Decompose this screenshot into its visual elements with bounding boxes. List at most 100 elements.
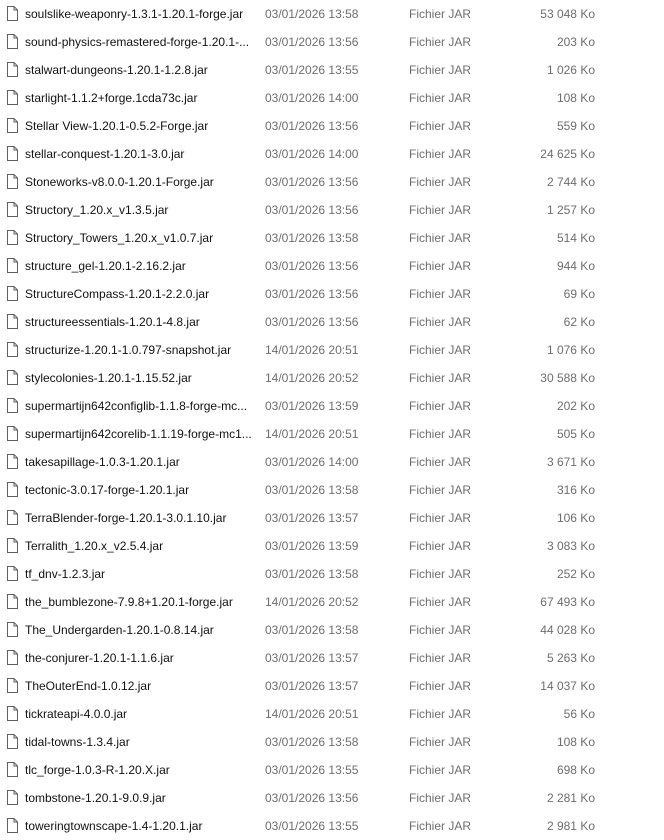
file-name: structureessentials-1.20.1-4.8.jar xyxy=(25,315,200,329)
file-row[interactable]: tlc_forge-1.0.3-R-1.20.X.jar 03/01/2026 … xyxy=(0,756,664,784)
file-modified-date: 03/01/2026 13:57 xyxy=(265,651,359,665)
file-modified-date: 14/01/2026 20:51 xyxy=(265,427,359,441)
file-size: 14 037 Ko xyxy=(540,679,595,693)
file-row[interactable]: Structory_1.20.x_v1.3.5.jar 03/01/2026 1… xyxy=(0,196,664,224)
file-name: TheOuterEnd-1.0.12.jar xyxy=(25,679,152,693)
file-type: Fichier JAR xyxy=(409,791,472,805)
file-type: Fichier JAR xyxy=(409,567,472,581)
file-name: Stellar View-1.20.1-0.5.2-Forge.jar xyxy=(25,119,209,133)
file-name: stellar-conquest-1.20.1-3.0.jar xyxy=(25,147,185,161)
file-modified-date: 03/01/2026 13:55 xyxy=(265,819,359,833)
file-modified-date: 03/01/2026 13:58 xyxy=(265,7,359,21)
file-size: 108 Ko xyxy=(556,735,595,749)
file-row[interactable]: sound-physics-remastered-forge-1.20.1-..… xyxy=(0,28,664,56)
file-name: Stoneworks-v8.0.0-1.20.1-Forge.jar xyxy=(25,175,214,189)
file-size: 559 Ko xyxy=(556,119,595,133)
file-size: 2 981 Ko xyxy=(546,819,595,833)
file-modified-date: 03/01/2026 13:57 xyxy=(265,511,359,525)
file-row[interactable]: stellar-conquest-1.20.1-3.0.jar 03/01/20… xyxy=(0,140,664,168)
file-row[interactable]: supermartijn642configlib-1.1.8-forge-mc.… xyxy=(0,392,664,420)
file-row[interactable]: stalwart-dungeons-1.20.1-1.2.8.jar 03/01… xyxy=(0,56,664,84)
file-type: Fichier JAR xyxy=(409,651,472,665)
file-modified-date: 03/01/2026 13:56 xyxy=(265,119,359,133)
file-type: Fichier JAR xyxy=(409,7,472,21)
file-type: Fichier JAR xyxy=(409,287,472,301)
file-type: Fichier JAR xyxy=(409,231,472,245)
file-row[interactable]: TheOuterEnd-1.0.12.jar 03/01/2026 13:57 … xyxy=(0,672,664,700)
file-type: Fichier JAR xyxy=(409,623,472,637)
file-name: takesapillage-1.0.3-1.20.1.jar xyxy=(25,455,180,469)
file-icon xyxy=(7,622,18,637)
file-name: TerraBlender-forge-1.20.1-3.0.1.10.jar xyxy=(25,511,227,525)
file-modified-date: 03/01/2026 13:56 xyxy=(265,287,359,301)
file-row[interactable]: soulslike-weaponry-1.3.1-1.20.1-forge.ja… xyxy=(0,0,664,28)
file-row[interactable]: toweringtownscape-1.4-1.20.1.jar 03/01/2… xyxy=(0,812,664,840)
file-name: tlc_forge-1.0.3-R-1.20.X.jar xyxy=(25,763,170,777)
file-size: 505 Ko xyxy=(556,427,595,441)
file-row[interactable]: Stellar View-1.20.1-0.5.2-Forge.jar 03/0… xyxy=(0,112,664,140)
file-size: 698 Ko xyxy=(556,763,595,777)
file-modified-date: 03/01/2026 13:56 xyxy=(265,35,359,49)
file-row[interactable]: structure_gel-1.20.1-2.16.2.jar 03/01/20… xyxy=(0,252,664,280)
file-row[interactable]: takesapillage-1.0.3-1.20.1.jar 03/01/202… xyxy=(0,448,664,476)
file-row[interactable]: stylecolonies-1.20.1-1.15.52.jar 14/01/2… xyxy=(0,364,664,392)
file-size: 252 Ko xyxy=(556,567,595,581)
file-row[interactable]: Stoneworks-v8.0.0-1.20.1-Forge.jar 03/01… xyxy=(0,168,664,196)
file-row[interactable]: StructureCompass-1.20.1-2.2.0.jar 03/01/… xyxy=(0,280,664,308)
file-row[interactable]: supermartijn642corelib-1.1.19-forge-mc1.… xyxy=(0,420,664,448)
file-modified-date: 14/01/2026 20:52 xyxy=(265,595,359,609)
file-type: Fichier JAR xyxy=(409,707,472,721)
file-type: Fichier JAR xyxy=(409,763,472,777)
file-row[interactable]: Terralith_1.20.x_v2.5.4.jar 03/01/2026 1… xyxy=(0,532,664,560)
file-modified-date: 03/01/2026 13:56 xyxy=(265,791,359,805)
file-row[interactable]: TerraBlender-forge-1.20.1-3.0.1.10.jar 0… xyxy=(0,504,664,532)
file-icon xyxy=(7,34,18,49)
file-name: tf_dnv-1.2.3.jar xyxy=(25,567,106,581)
file-row[interactable]: starlight-1.1.2+forge.1cda73c.jar 03/01/… xyxy=(0,84,664,112)
file-icon xyxy=(7,678,18,693)
file-type: Fichier JAR xyxy=(409,735,472,749)
file-row[interactable]: structurize-1.20.1-1.0.797-snapshot.jar … xyxy=(0,336,664,364)
file-row[interactable]: tf_dnv-1.2.3.jar 03/01/2026 13:58 Fichie… xyxy=(0,560,664,588)
file-icon xyxy=(7,790,18,805)
file-name: supermartijn642corelib-1.1.19-forge-mc1.… xyxy=(25,427,252,441)
file-icon xyxy=(7,230,18,245)
file-row[interactable]: tidal-towns-1.3.4.jar 03/01/2026 13:58 F… xyxy=(0,728,664,756)
file-size: 944 Ko xyxy=(556,259,595,273)
file-row[interactable]: tombstone-1.20.1-9.0.9.jar 03/01/2026 13… xyxy=(0,784,664,812)
file-row[interactable]: the-conjurer-1.20.1-1.1.6.jar 03/01/2026… xyxy=(0,644,664,672)
file-size: 202 Ko xyxy=(556,399,595,413)
file-row[interactable]: structureessentials-1.20.1-4.8.jar 03/01… xyxy=(0,308,664,336)
file-modified-date: 03/01/2026 13:57 xyxy=(265,679,359,693)
file-icon xyxy=(7,6,18,21)
file-size: 56 Ko xyxy=(563,707,595,721)
file-row[interactable]: tectonic-3.0.17-forge-1.20.1.jar 03/01/2… xyxy=(0,476,664,504)
file-type: Fichier JAR xyxy=(409,819,472,833)
file-icon xyxy=(7,202,18,217)
file-icon xyxy=(7,286,18,301)
file-size: 2 281 Ko xyxy=(546,791,595,805)
file-modified-date: 03/01/2026 13:58 xyxy=(265,231,359,245)
file-modified-date: 03/01/2026 13:59 xyxy=(265,399,359,413)
file-icon xyxy=(7,734,18,749)
file-icon xyxy=(7,370,18,385)
file-name: Structory_1.20.x_v1.3.5.jar xyxy=(25,203,169,217)
file-icon xyxy=(7,398,18,413)
file-row[interactable]: the_bumblezone-7.9.8+1.20.1-forge.jar 14… xyxy=(0,588,664,616)
file-name: tombstone-1.20.1-9.0.9.jar xyxy=(25,791,166,805)
file-size: 108 Ko xyxy=(556,91,595,105)
file-type: Fichier JAR xyxy=(409,595,472,609)
file-type: Fichier JAR xyxy=(409,91,472,105)
file-icon xyxy=(7,62,18,77)
file-icon xyxy=(7,314,18,329)
file-name: starlight-1.1.2+forge.1cda73c.jar xyxy=(25,91,198,105)
file-row[interactable]: The_Undergarden-1.20.1-0.8.14.jar 03/01/… xyxy=(0,616,664,644)
file-name: stylecolonies-1.20.1-1.15.52.jar xyxy=(25,371,192,385)
file-size: 3 083 Ko xyxy=(546,539,595,553)
file-row[interactable]: Structory_Towers_1.20.x_v1.0.7.jar 03/01… xyxy=(0,224,664,252)
file-name: StructureCompass-1.20.1-2.2.0.jar xyxy=(25,287,210,301)
file-icon xyxy=(7,762,18,777)
file-row[interactable]: tickrateapi-4.0.0.jar 14/01/2026 20:51 F… xyxy=(0,700,664,728)
file-modified-date: 03/01/2026 13:58 xyxy=(265,483,359,497)
file-type: Fichier JAR xyxy=(409,315,472,329)
